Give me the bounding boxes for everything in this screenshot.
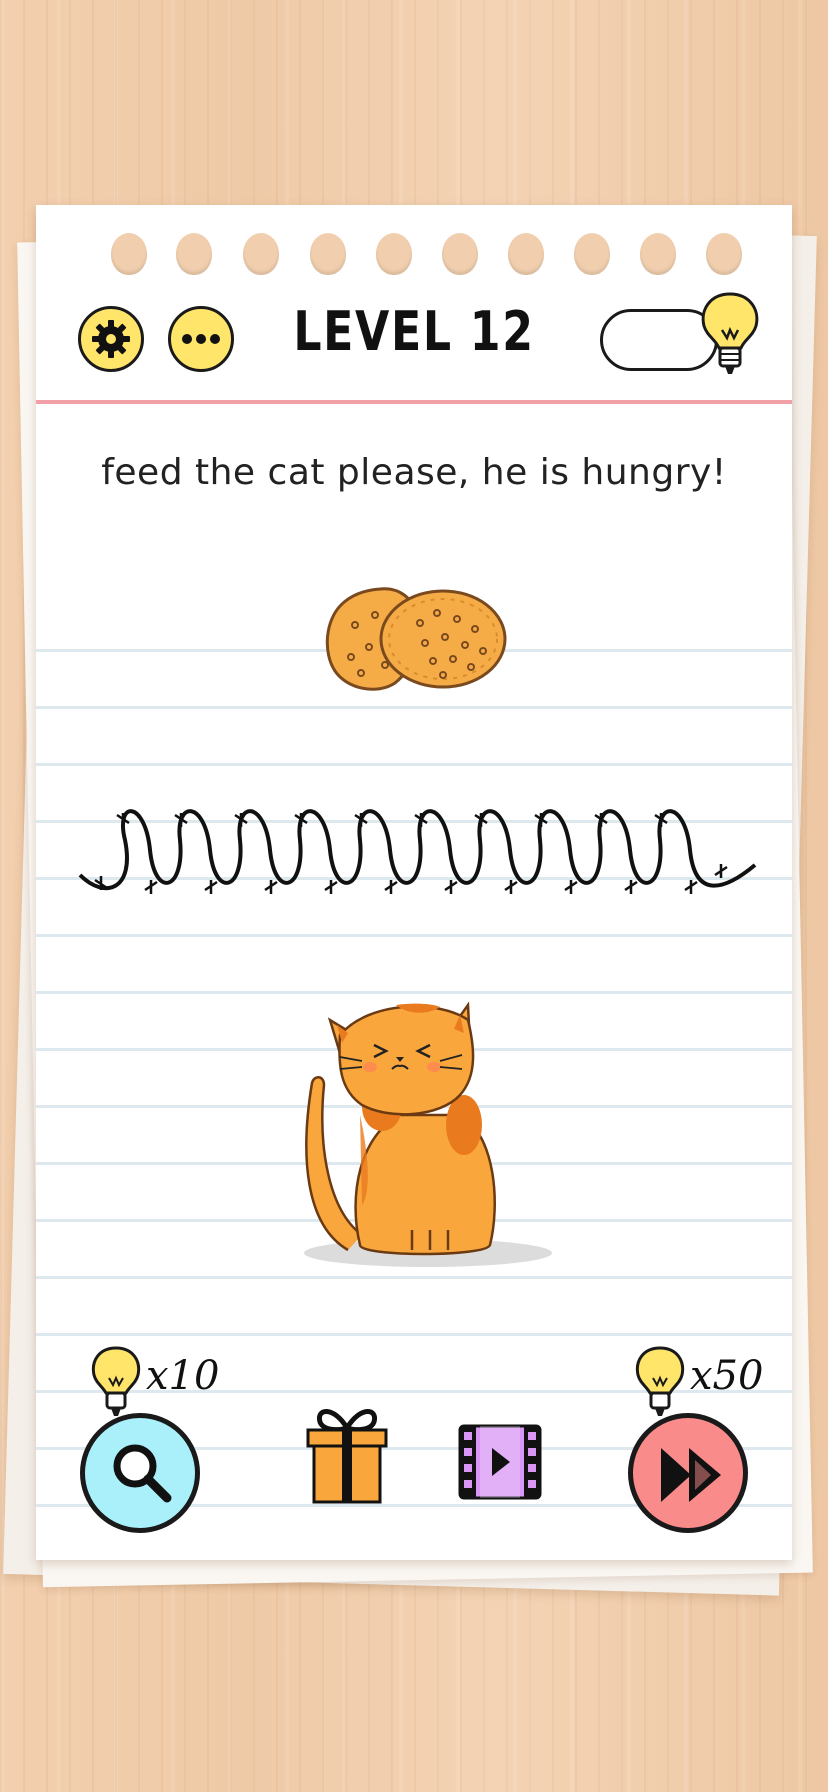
hint-cost: x10 xyxy=(146,1353,220,1399)
binder-hole xyxy=(442,233,478,275)
binder-hole xyxy=(508,233,544,275)
margin-line xyxy=(36,400,792,404)
lightbulb-icon xyxy=(91,1346,141,1416)
binder-hole xyxy=(574,233,610,275)
binder-hole xyxy=(310,233,346,275)
binder-hole xyxy=(176,233,212,275)
cat-character[interactable] xyxy=(300,995,560,1270)
binder-hole xyxy=(376,233,412,275)
binder-hole xyxy=(243,233,279,275)
question-text: feed the cat please, he is hungry! xyxy=(101,452,727,493)
binder-hole xyxy=(111,233,147,275)
binder-hole xyxy=(640,233,676,275)
fast-forward-icon xyxy=(661,1448,721,1502)
magnifier-icon xyxy=(113,1444,172,1503)
barbed-wire[interactable] xyxy=(75,780,760,920)
video-icon[interactable] xyxy=(456,1418,544,1502)
lightbulb-icon[interactable] xyxy=(694,290,766,380)
skip-cost: x50 xyxy=(690,1353,764,1399)
cookies[interactable] xyxy=(325,585,510,695)
gift-icon[interactable] xyxy=(304,1402,390,1506)
lightbulb-icon xyxy=(635,1346,685,1416)
hint-button[interactable] xyxy=(80,1413,200,1533)
binder-hole xyxy=(706,233,742,275)
skip-button[interactable] xyxy=(628,1413,748,1533)
